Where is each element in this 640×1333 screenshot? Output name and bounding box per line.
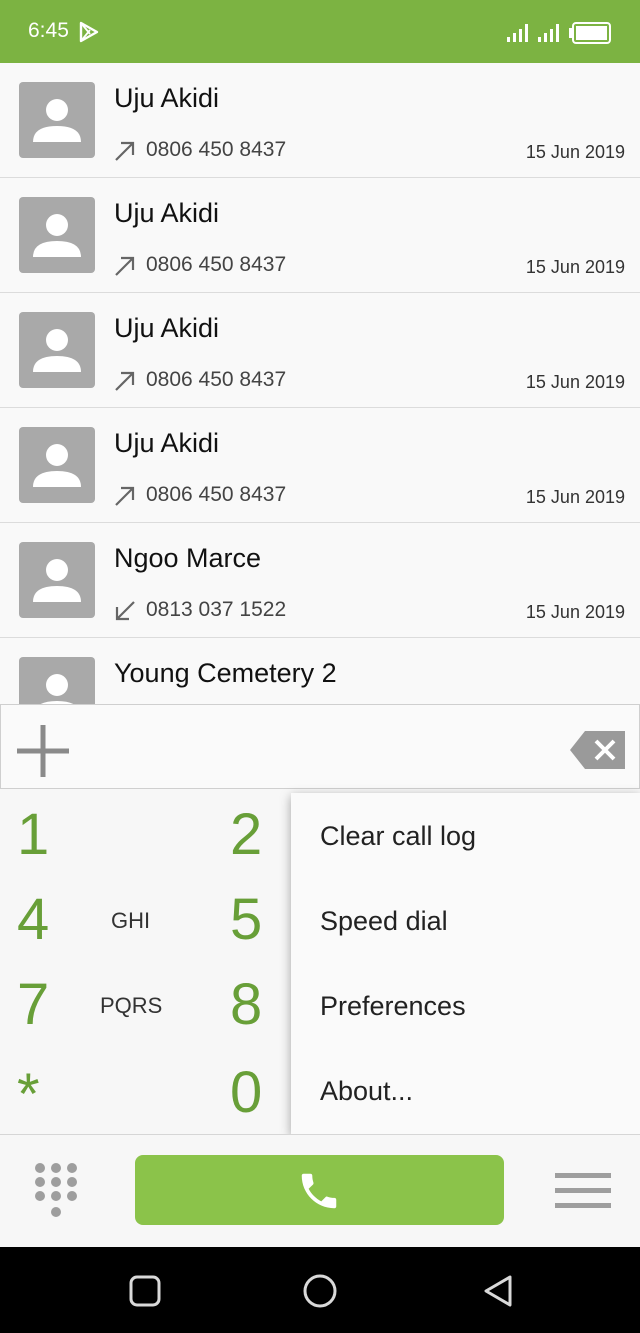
menu-item-clear-call-log[interactable]: Clear call log bbox=[320, 821, 476, 852]
dialer-input-bar[interactable] bbox=[0, 704, 640, 789]
dialpad-key-star[interactable]: * bbox=[0, 1044, 200, 1129]
key-digit: 4 bbox=[17, 887, 50, 952]
key-digit: 1 bbox=[17, 802, 50, 867]
key-digit: 2 bbox=[230, 802, 263, 867]
play-store-notification-icon bbox=[79, 21, 99, 43]
recents-icon[interactable] bbox=[128, 1274, 162, 1308]
status-bar: 6:45 bbox=[0, 0, 640, 63]
contact-name: Uju Akidi bbox=[114, 313, 220, 343]
key-letters: GHI bbox=[111, 908, 151, 933]
phone-number: 0806 450 8437 bbox=[146, 483, 287, 506]
outgoing-call-icon bbox=[115, 371, 135, 391]
phone-number: 0806 450 8437 bbox=[146, 138, 287, 161]
contact-avatar-icon bbox=[19, 542, 95, 618]
bottom-action-bar bbox=[0, 1134, 640, 1247]
back-icon[interactable] bbox=[482, 1274, 514, 1308]
outgoing-call-icon bbox=[115, 256, 135, 276]
call-date: 15 Jun 2019 bbox=[525, 142, 625, 162]
incoming-call-icon bbox=[115, 601, 135, 621]
dialpad-icon[interactable] bbox=[34, 1162, 78, 1220]
key-digit: 5 bbox=[230, 887, 263, 952]
phone-number: 0806 450 8437 bbox=[146, 253, 287, 276]
call-log-item[interactable]: Uju Akidi 0806 450 8437 15 Jun 2019 bbox=[0, 63, 640, 178]
home-icon[interactable] bbox=[302, 1273, 338, 1309]
phone-number: 0806 450 8437 bbox=[146, 368, 287, 391]
phone-number: 0813 037 1522 bbox=[146, 598, 287, 621]
battery-icon bbox=[569, 22, 611, 44]
system-nav-bar bbox=[0, 1247, 640, 1333]
key-digit: 7 bbox=[17, 972, 50, 1037]
contact-avatar-icon bbox=[19, 427, 95, 503]
menu-icon[interactable] bbox=[555, 1171, 611, 1209]
backspace-icon[interactable] bbox=[569, 730, 627, 770]
contact-name: Young Cemetery 2 bbox=[114, 658, 337, 688]
outgoing-call-icon bbox=[115, 141, 135, 161]
contact-avatar-icon bbox=[19, 312, 95, 388]
call-date: 15 Jun 2019 bbox=[525, 372, 625, 392]
call-log-item[interactable]: Uju Akidi 0806 450 8437 15 Jun 2019 bbox=[0, 178, 640, 293]
status-time: 6:45 bbox=[28, 19, 69, 42]
call-date: 15 Jun 2019 bbox=[525, 257, 625, 277]
call-log-item[interactable]: Uju Akidi 0806 450 8437 15 Jun 2019 bbox=[0, 408, 640, 523]
dialpad-key-7[interactable]: 7 PQRS bbox=[0, 959, 200, 1044]
menu-item-about[interactable]: About... bbox=[320, 1076, 413, 1107]
call-log-item[interactable]: Ngoo Marce 0813 037 1522 15 Jun 2019 bbox=[0, 523, 640, 638]
contact-name: Ngoo Marce bbox=[114, 543, 262, 573]
key-digit: 0 bbox=[230, 1060, 263, 1125]
outgoing-call-icon bbox=[115, 486, 135, 506]
dialpad-key-0[interactable]: 0 bbox=[200, 1044, 290, 1129]
dialpad-key-2[interactable]: 2 bbox=[200, 789, 290, 874]
call-date: 15 Jun 2019 bbox=[525, 487, 625, 507]
menu-item-preferences[interactable]: Preferences bbox=[320, 991, 466, 1022]
contact-avatar-icon bbox=[19, 657, 95, 704]
signal-icon bbox=[538, 24, 559, 42]
contact-name: Uju Akidi bbox=[114, 428, 220, 458]
phone-icon bbox=[301, 1173, 337, 1209]
add-contact-icon[interactable] bbox=[15, 723, 71, 779]
call-button[interactable] bbox=[135, 1155, 504, 1225]
call-date: 15 Jun 2019 bbox=[525, 602, 625, 622]
contact-name: Uju Akidi bbox=[114, 83, 220, 113]
call-log-item[interactable]: Young Cemetery 2 bbox=[0, 638, 640, 704]
dialpad-key-5[interactable]: 5 bbox=[200, 874, 290, 959]
call-log-list[interactable]: Uju Akidi 0806 450 8437 15 Jun 2019 Uju … bbox=[0, 63, 640, 704]
overflow-menu: Clear call log Speed dial Preferences Ab… bbox=[291, 793, 640, 1134]
key-letters: PQRS bbox=[100, 993, 163, 1018]
contact-avatar-icon bbox=[19, 197, 95, 273]
call-log-item[interactable]: Uju Akidi 0806 450 8437 15 Jun 2019 bbox=[0, 293, 640, 408]
key-digit: 8 bbox=[230, 972, 263, 1037]
contact-name: Uju Akidi bbox=[114, 198, 220, 228]
dialpad-key-8[interactable]: 8 bbox=[200, 959, 290, 1044]
dialpad-key-4[interactable]: 4 GHI bbox=[0, 874, 200, 959]
signal-icon bbox=[507, 24, 528, 42]
dialpad-key-1[interactable]: 1 bbox=[0, 789, 200, 874]
contact-avatar-icon bbox=[19, 82, 95, 158]
key-digit: * bbox=[17, 1062, 40, 1127]
menu-item-speed-dial[interactable]: Speed dial bbox=[320, 906, 448, 937]
